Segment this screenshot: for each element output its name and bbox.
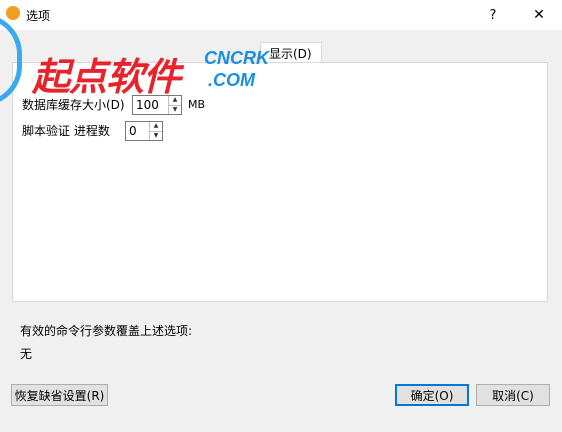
- override-note: 有效的命令行参数覆盖上述选项:: [20, 324, 193, 338]
- watermark-en-line2: .COM: [208, 70, 255, 90]
- ok-button[interactable]: 确定(O): [395, 384, 469, 406]
- spin-up-icon[interactable]: ▲: [150, 122, 162, 131]
- script-verify-label: 脚本验证 进程数: [22, 124, 110, 138]
- tab-display[interactable]: 显示(D): [260, 42, 322, 63]
- watermark-en-line1: CNCRK: [204, 48, 269, 68]
- override-value: 无: [20, 347, 33, 361]
- cancel-button[interactable]: 取消(C): [476, 384, 550, 406]
- help-button[interactable]: ?: [470, 0, 516, 30]
- watermark-logo: 起点软件 CNCRK .COM: [0, 14, 269, 106]
- close-icon: ✕: [533, 7, 545, 23]
- script-verify-stepper[interactable]: ▲ ▼: [149, 122, 162, 140]
- watermark-cn-text: 起点软件: [32, 55, 181, 99]
- tab-label: 显示(D): [269, 46, 312, 61]
- close-button[interactable]: ✕: [516, 0, 562, 30]
- script-verify-spinbox[interactable]: 0 ▲ ▼: [125, 121, 163, 141]
- spin-down-icon[interactable]: ▼: [169, 104, 181, 115]
- watermark-arc: [0, 14, 22, 106]
- spin-down-icon[interactable]: ▼: [150, 130, 162, 141]
- restore-defaults-button[interactable]: 恢复缺省设置(R): [11, 384, 108, 406]
- script-verify-value[interactable]: 0: [126, 122, 149, 140]
